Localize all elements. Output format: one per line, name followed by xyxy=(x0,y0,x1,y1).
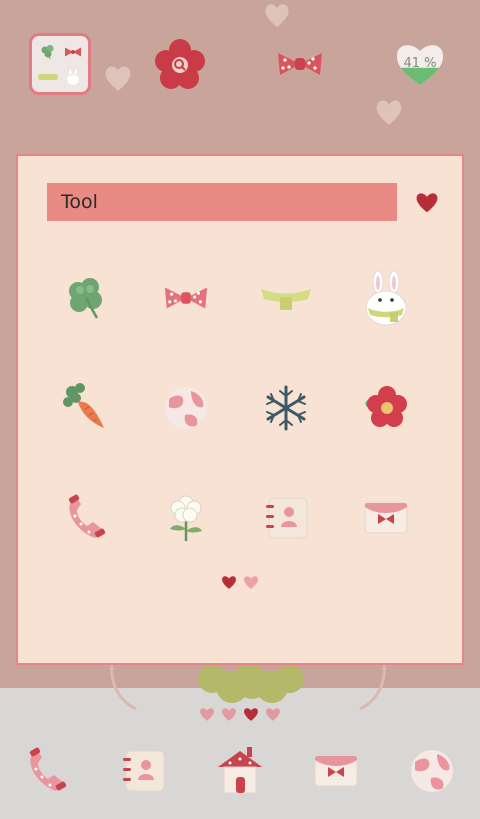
page-dot-active-heart-icon xyxy=(222,576,236,589)
bow[interactable] xyxy=(266,30,334,98)
page-dot-active-heart-icon xyxy=(244,708,258,721)
flower-search-icon xyxy=(155,39,205,89)
dock-messages[interactable] xyxy=(301,736,371,806)
folder-title-bar[interactable]: Tool xyxy=(47,183,397,221)
battery-level-text: 41 % xyxy=(403,56,437,71)
phone-icon xyxy=(29,747,67,791)
home-top-row: 41 % xyxy=(0,30,480,102)
app-clover[interactable] xyxy=(36,248,136,348)
app-phone[interactable] xyxy=(36,468,136,568)
red-flower-icon xyxy=(365,386,407,427)
pink-ball-icon xyxy=(411,750,453,792)
page-dot-heart-icon xyxy=(222,708,236,721)
folder-panel: Tool xyxy=(16,154,464,665)
app-carrot[interactable] xyxy=(36,358,136,458)
app-contacts-book[interactable] xyxy=(236,468,336,568)
dock-home[interactable] xyxy=(205,736,275,806)
scarf-icon xyxy=(261,289,311,310)
pink-ball-icon xyxy=(165,387,207,429)
folder-shortcut[interactable] xyxy=(26,30,94,98)
app-rabbit[interactable] xyxy=(336,248,436,348)
contacts-book-icon xyxy=(266,497,308,539)
rabbit-icon xyxy=(365,270,407,326)
app-bow[interactable] xyxy=(136,248,236,348)
contacts-book-icon xyxy=(123,750,165,792)
page-dot-heart-icon xyxy=(200,708,214,721)
bow-icon xyxy=(278,53,322,75)
search-flower[interactable] xyxy=(146,30,214,98)
phone-icon xyxy=(68,494,106,538)
page-dot-heart-icon xyxy=(244,576,258,589)
house-icon xyxy=(218,747,262,794)
folder-page-indicator xyxy=(18,574,462,590)
envelope-icon xyxy=(364,502,408,534)
background-heart-icon xyxy=(265,4,289,27)
folder-icon xyxy=(29,33,91,95)
envelope-icon xyxy=(314,755,358,787)
app-scarf[interactable] xyxy=(236,248,336,348)
snowflake-icon xyxy=(266,385,306,431)
folder-title: Tool xyxy=(61,191,98,213)
bow-icon xyxy=(164,287,208,309)
app-envelope[interactable] xyxy=(336,468,436,568)
dock xyxy=(0,736,480,806)
carrot-icon xyxy=(63,383,104,428)
heart-icon xyxy=(416,193,438,213)
home-page-indicator xyxy=(0,706,480,722)
battery-widget[interactable]: 41 % xyxy=(386,30,454,98)
app-pink-ball[interactable] xyxy=(136,358,236,458)
white-flower-icon xyxy=(170,495,202,541)
dock-phone[interactable] xyxy=(12,736,82,806)
app-red-flower[interactable] xyxy=(336,358,436,458)
dock-browser[interactable] xyxy=(397,736,467,806)
app-snowflake[interactable] xyxy=(236,358,336,458)
clover-icon xyxy=(69,278,102,319)
dock-contacts[interactable] xyxy=(108,736,178,806)
app-white-flower[interactable] xyxy=(136,468,236,568)
page-dot-heart-icon xyxy=(266,708,280,721)
